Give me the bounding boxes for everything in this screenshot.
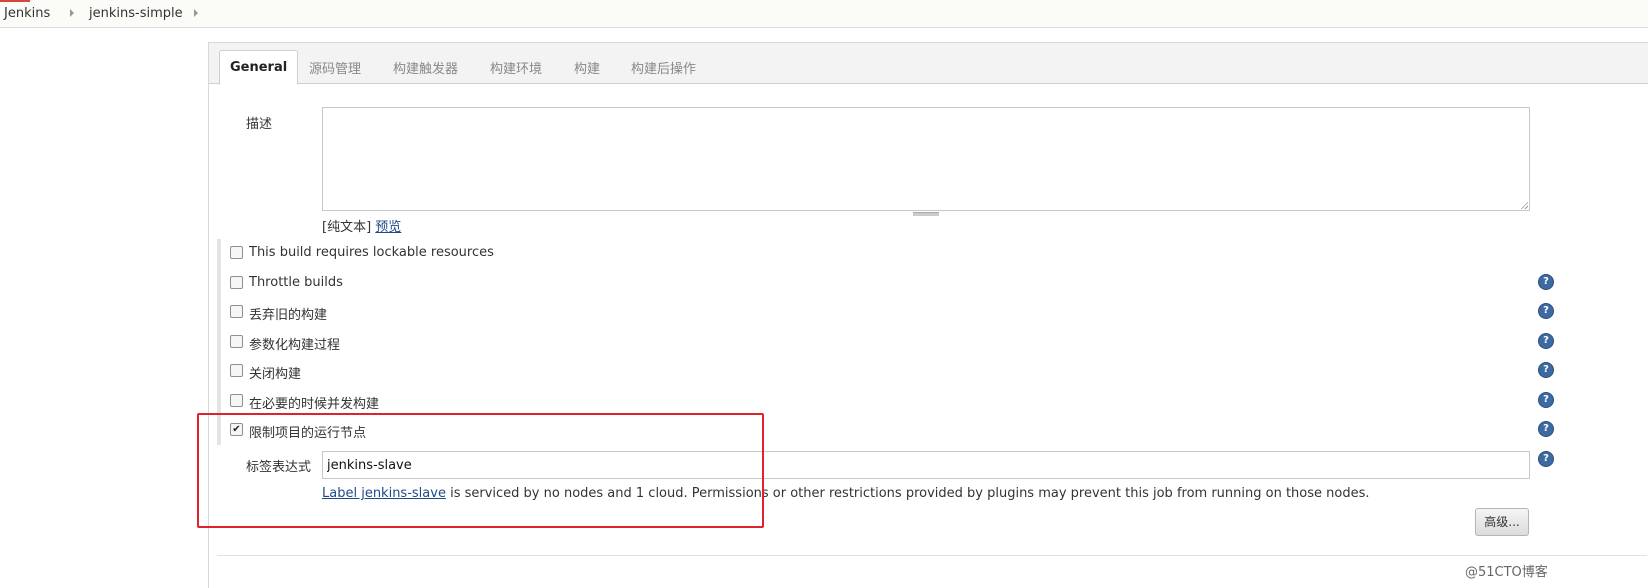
label-link[interactable]: Label jenkins-slave <box>322 486 446 501</box>
option-label: 在必要的时候并发构建 <box>249 397 380 412</box>
checkbox-checked[interactable]: ✔ <box>230 423 243 436</box>
checkbox[interactable] <box>230 305 243 318</box>
advanced-button[interactable]: 高级... <box>1475 508 1529 536</box>
option-label: 丢弃旧的构建 <box>249 308 328 323</box>
description-label: 描述 <box>246 117 273 132</box>
label-info-text: is serviced by no nodes and 1 cloud. Per… <box>445 486 1370 501</box>
label-expression-label: 标签表达式 <box>246 460 312 475</box>
help-icon[interactable]: ? <box>1539 363 1553 377</box>
tab-build-environment[interactable]: 构建环境 <box>490 58 542 77</box>
watermark: @51CTO博客 <box>1465 565 1548 580</box>
tab-build[interactable]: 构建 <box>574 58 600 77</box>
description-format: [纯文本] 预览 <box>322 216 401 235</box>
option-label: Throttle builds <box>249 275 343 290</box>
plain-text-label: [纯文本] <box>322 220 372 235</box>
help-icon[interactable]: ? <box>1539 334 1553 348</box>
config-panel: General 源码管理 构建触发器 构建环境 构建 构建后操作 描述 [纯文本… <box>208 42 1648 588</box>
label-info: Label jenkins-slave is serviced by no no… <box>322 486 1370 501</box>
option-label: 限制项目的运行节点 <box>249 426 367 441</box>
tab-post-build[interactable]: 构建后操作 <box>631 58 696 77</box>
option-label: 参数化构建过程 <box>249 338 341 353</box>
help-icon[interactable]: ? <box>1539 393 1553 407</box>
preview-link[interactable]: 预览 <box>375 220 401 235</box>
breadcrumb-bar: Jenkins jenkins-simple <box>0 0 1648 28</box>
help-icon[interactable]: ? <box>1539 452 1553 466</box>
checkbox[interactable] <box>230 276 243 289</box>
breadcrumb-job[interactable]: jenkins-simple <box>89 6 183 21</box>
tab-source-code[interactable]: 源码管理 <box>309 58 361 77</box>
section-bottom-divider <box>217 555 1647 556</box>
tab-build-triggers[interactable]: 构建触发器 <box>393 58 458 77</box>
tab-general[interactable]: General <box>219 50 299 85</box>
breadcrumb-jenkins[interactable]: Jenkins <box>4 6 50 21</box>
brand-accent <box>0 0 30 2</box>
checkbox[interactable] <box>230 364 243 377</box>
label-expression-input[interactable] <box>322 451 1530 479</box>
section-divider <box>217 239 221 445</box>
resize-grip[interactable] <box>913 212 939 216</box>
help-icon[interactable]: ? <box>1539 422 1553 436</box>
chevron-right-icon[interactable] <box>194 9 198 17</box>
option-label: 关闭构建 <box>249 367 302 382</box>
help-icon[interactable]: ? <box>1539 304 1553 318</box>
resize-handle-icon[interactable] <box>1520 201 1528 209</box>
chevron-right-icon[interactable] <box>70 9 74 17</box>
checkbox[interactable] <box>230 335 243 348</box>
checkbox[interactable] <box>230 394 243 407</box>
option-label: This build requires lockable resources <box>249 245 494 260</box>
tab-bar: General 源码管理 构建触发器 构建环境 构建 构建后操作 <box>209 43 1648 85</box>
checkbox[interactable] <box>230 246 243 259</box>
description-textarea[interactable] <box>322 107 1530 211</box>
help-icon[interactable]: ? <box>1539 275 1553 289</box>
